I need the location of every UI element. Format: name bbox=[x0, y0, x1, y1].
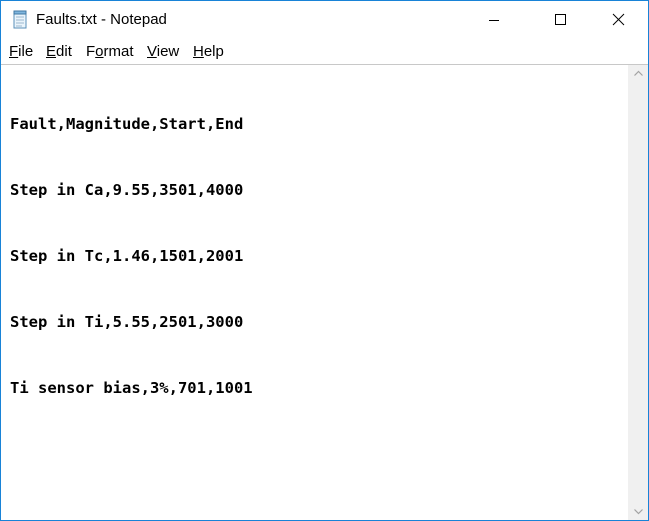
text-line: Step in Tc,1.46,1501,2001 bbox=[10, 247, 244, 265]
menu-format-prefix: F bbox=[86, 43, 96, 60]
menu-help-mnemonic: H bbox=[193, 43, 204, 60]
scroll-up-arrow-icon bbox=[629, 69, 648, 86]
text-line: Fault,Magnitude,Start,End bbox=[10, 115, 244, 133]
text-line: Step in Ti,5.55,2501,3000 bbox=[10, 313, 244, 331]
menu-help-label: elp bbox=[203, 43, 224, 60]
editor-area: Fault,Magnitude,Start,End Step in Ca,9.5… bbox=[1, 64, 648, 520]
scroll-up-button[interactable] bbox=[629, 65, 648, 82]
menu-edit-mnemonic: E bbox=[46, 43, 57, 60]
menu-view-mnemonic: V bbox=[147, 43, 157, 60]
scroll-down-arrow-icon bbox=[629, 507, 648, 520]
menu-help[interactable]: Help bbox=[193, 42, 224, 61]
text-line: Ti sensor bias,3%,701,1001 bbox=[10, 379, 253, 397]
notepad-window: Faults.txt - Notepad File Edit Format Vi… bbox=[0, 0, 649, 521]
title-bar[interactable]: Faults.txt - Notepad bbox=[1, 1, 648, 38]
notepad-icon[interactable] bbox=[12, 10, 29, 29]
text-editor[interactable]: Fault,Magnitude,Start,End Step in Ca,9.5… bbox=[1, 65, 625, 519]
menu-file[interactable]: File bbox=[9, 42, 33, 61]
menu-view-label: iew bbox=[156, 43, 180, 60]
close-button[interactable] bbox=[592, 1, 638, 38]
text-line: Step in Ca,9.55,3501,4000 bbox=[10, 181, 244, 199]
menu-format-label: rmat bbox=[103, 43, 134, 60]
window-title: Faults.txt - Notepad bbox=[36, 11, 167, 28]
menu-edit[interactable]: Edit bbox=[46, 42, 72, 61]
maximize-button[interactable] bbox=[537, 1, 583, 38]
menu-format-mnemonic: o bbox=[95, 43, 104, 60]
menu-format[interactable]: Format bbox=[86, 42, 134, 61]
menu-bar: File Edit Format View Help bbox=[1, 38, 648, 64]
menu-file-label: ile bbox=[18, 43, 34, 60]
menu-edit-label: dit bbox=[56, 43, 72, 60]
scroll-down-button[interactable] bbox=[629, 503, 648, 520]
menu-view[interactable]: View bbox=[147, 42, 179, 61]
vertical-scrollbar[interactable] bbox=[628, 65, 648, 520]
menu-file-mnemonic: F bbox=[9, 43, 19, 60]
minimize-button[interactable] bbox=[471, 1, 517, 38]
